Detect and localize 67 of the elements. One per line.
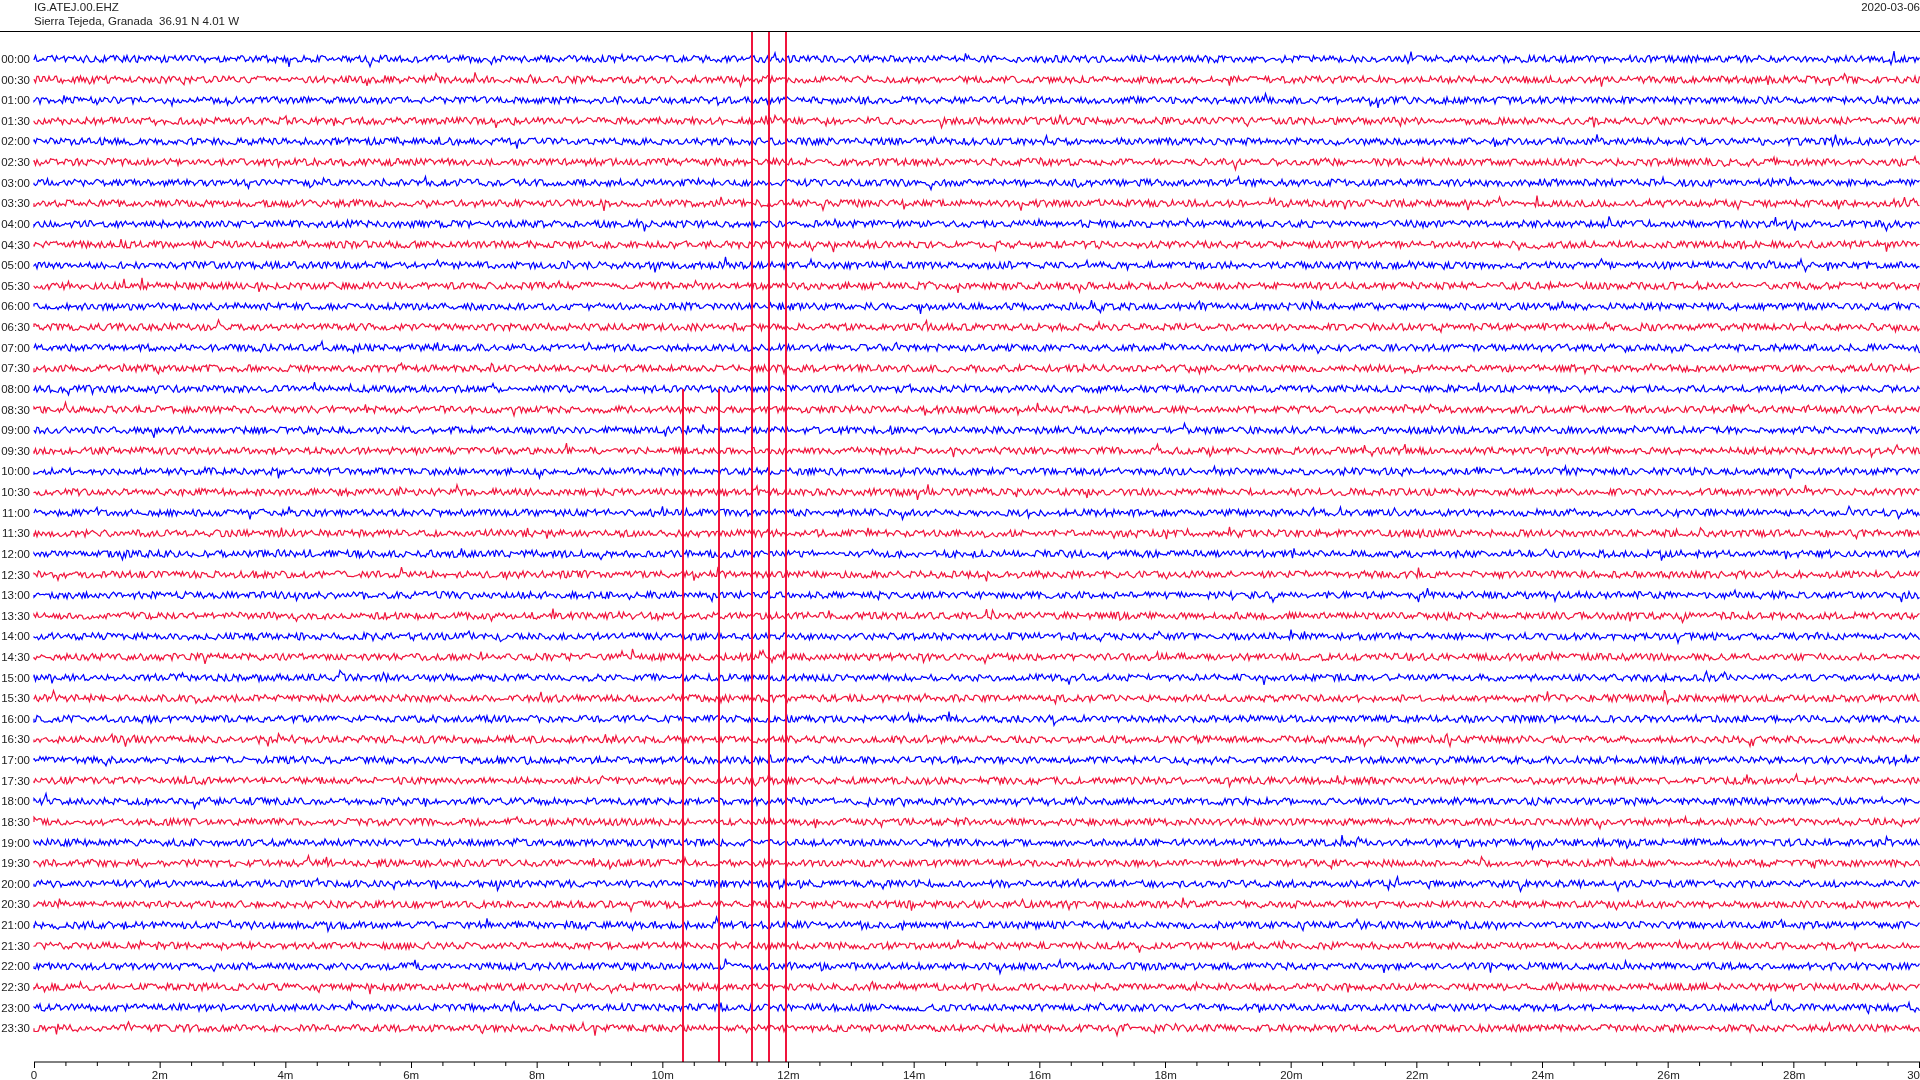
time-label: 23:30	[1, 1022, 30, 1035]
time-label: 00:30	[1, 73, 30, 86]
axis-tick-label: 0	[30, 1069, 38, 1079]
time-label: 06:00	[1, 300, 30, 313]
time-label: 15:30	[1, 692, 30, 705]
time-label: 23:00	[1, 1001, 30, 1014]
station-code: IG.ATEJ.00.EHZ	[34, 0, 120, 14]
time-label: 21:30	[1, 939, 30, 952]
time-label: 07:00	[1, 341, 30, 354]
axis-tick-label: 8m	[528, 1069, 545, 1079]
time-label: 11:30	[2, 527, 30, 540]
axis-tick-label: 6m	[403, 1069, 420, 1079]
axis-tick-label: 26m	[1657, 1069, 1680, 1079]
axis-tick-label: 28m	[1783, 1069, 1806, 1079]
time-label: 15:00	[1, 671, 30, 684]
time-label: 13:30	[1, 609, 30, 622]
time-label: 03:00	[1, 176, 30, 189]
time-label: 16:00	[1, 712, 30, 725]
time-label: 07:30	[1, 362, 30, 375]
time-label: 00:00	[1, 53, 30, 65]
time-label: 01:30	[1, 114, 30, 127]
axis-tick-label: 2m	[151, 1069, 168, 1079]
time-label: 09:00	[1, 424, 30, 437]
time-label: 17:30	[1, 774, 30, 787]
time-label: 16:30	[1, 733, 30, 746]
time-label: 22:30	[1, 980, 30, 993]
time-label: 17:00	[1, 754, 30, 767]
time-label: 19:00	[1, 836, 30, 849]
time-label: 03:30	[1, 197, 30, 210]
axis-tick-label: 20m	[1280, 1069, 1303, 1079]
time-label: 19:30	[1, 857, 30, 870]
time-label: 21:00	[1, 919, 30, 932]
station-location: Sierra Tejeda, Granada 36.91 N 4.01 W	[34, 14, 239, 28]
time-label: 20:30	[1, 898, 30, 911]
axis-tick-label: 12m	[777, 1069, 800, 1079]
time-label: 18:00	[1, 795, 30, 808]
axis-tick-label: 4m	[277, 1069, 294, 1079]
axis-tick-label: 16m	[1028, 1069, 1052, 1079]
time-label: 20:00	[1, 877, 30, 890]
time-label: 04:00	[1, 217, 30, 230]
time-label: 18:30	[1, 815, 30, 828]
axis-tick-label: 18m	[1154, 1069, 1177, 1079]
time-label: 11:00	[2, 506, 30, 519]
time-label: 12:00	[1, 547, 30, 560]
axis-tick-label: 10m	[651, 1069, 674, 1079]
time-label: 08:30	[1, 403, 30, 416]
time-label: 14:30	[1, 651, 30, 663]
axis-tick-label: 22m	[1405, 1069, 1429, 1079]
time-label: 06:30	[1, 321, 30, 334]
time-label: 05:00	[1, 259, 30, 272]
axis-tick-label: 30	[1907, 1069, 1920, 1079]
plot-date: 2020-03-06	[1861, 0, 1920, 15]
time-label: 02:00	[1, 135, 30, 148]
time-label: 05:30	[1, 279, 30, 292]
time-label: 08:00	[1, 382, 30, 395]
time-label: 01:00	[1, 94, 30, 107]
time-label: 10:30	[1, 486, 30, 498]
time-label: 22:00	[1, 960, 30, 973]
time-label: 10:00	[1, 465, 30, 478]
axis-tick-label: 14m	[902, 1069, 926, 1079]
time-label: 09:30	[1, 444, 30, 457]
time-label: 13:00	[1, 589, 30, 602]
time-label: 04:30	[1, 238, 30, 251]
time-label: 12:30	[1, 568, 30, 581]
time-label: 02:30	[1, 156, 30, 169]
time-label: 14:00	[1, 630, 30, 643]
axis-tick-label: 24m	[1531, 1069, 1554, 1079]
